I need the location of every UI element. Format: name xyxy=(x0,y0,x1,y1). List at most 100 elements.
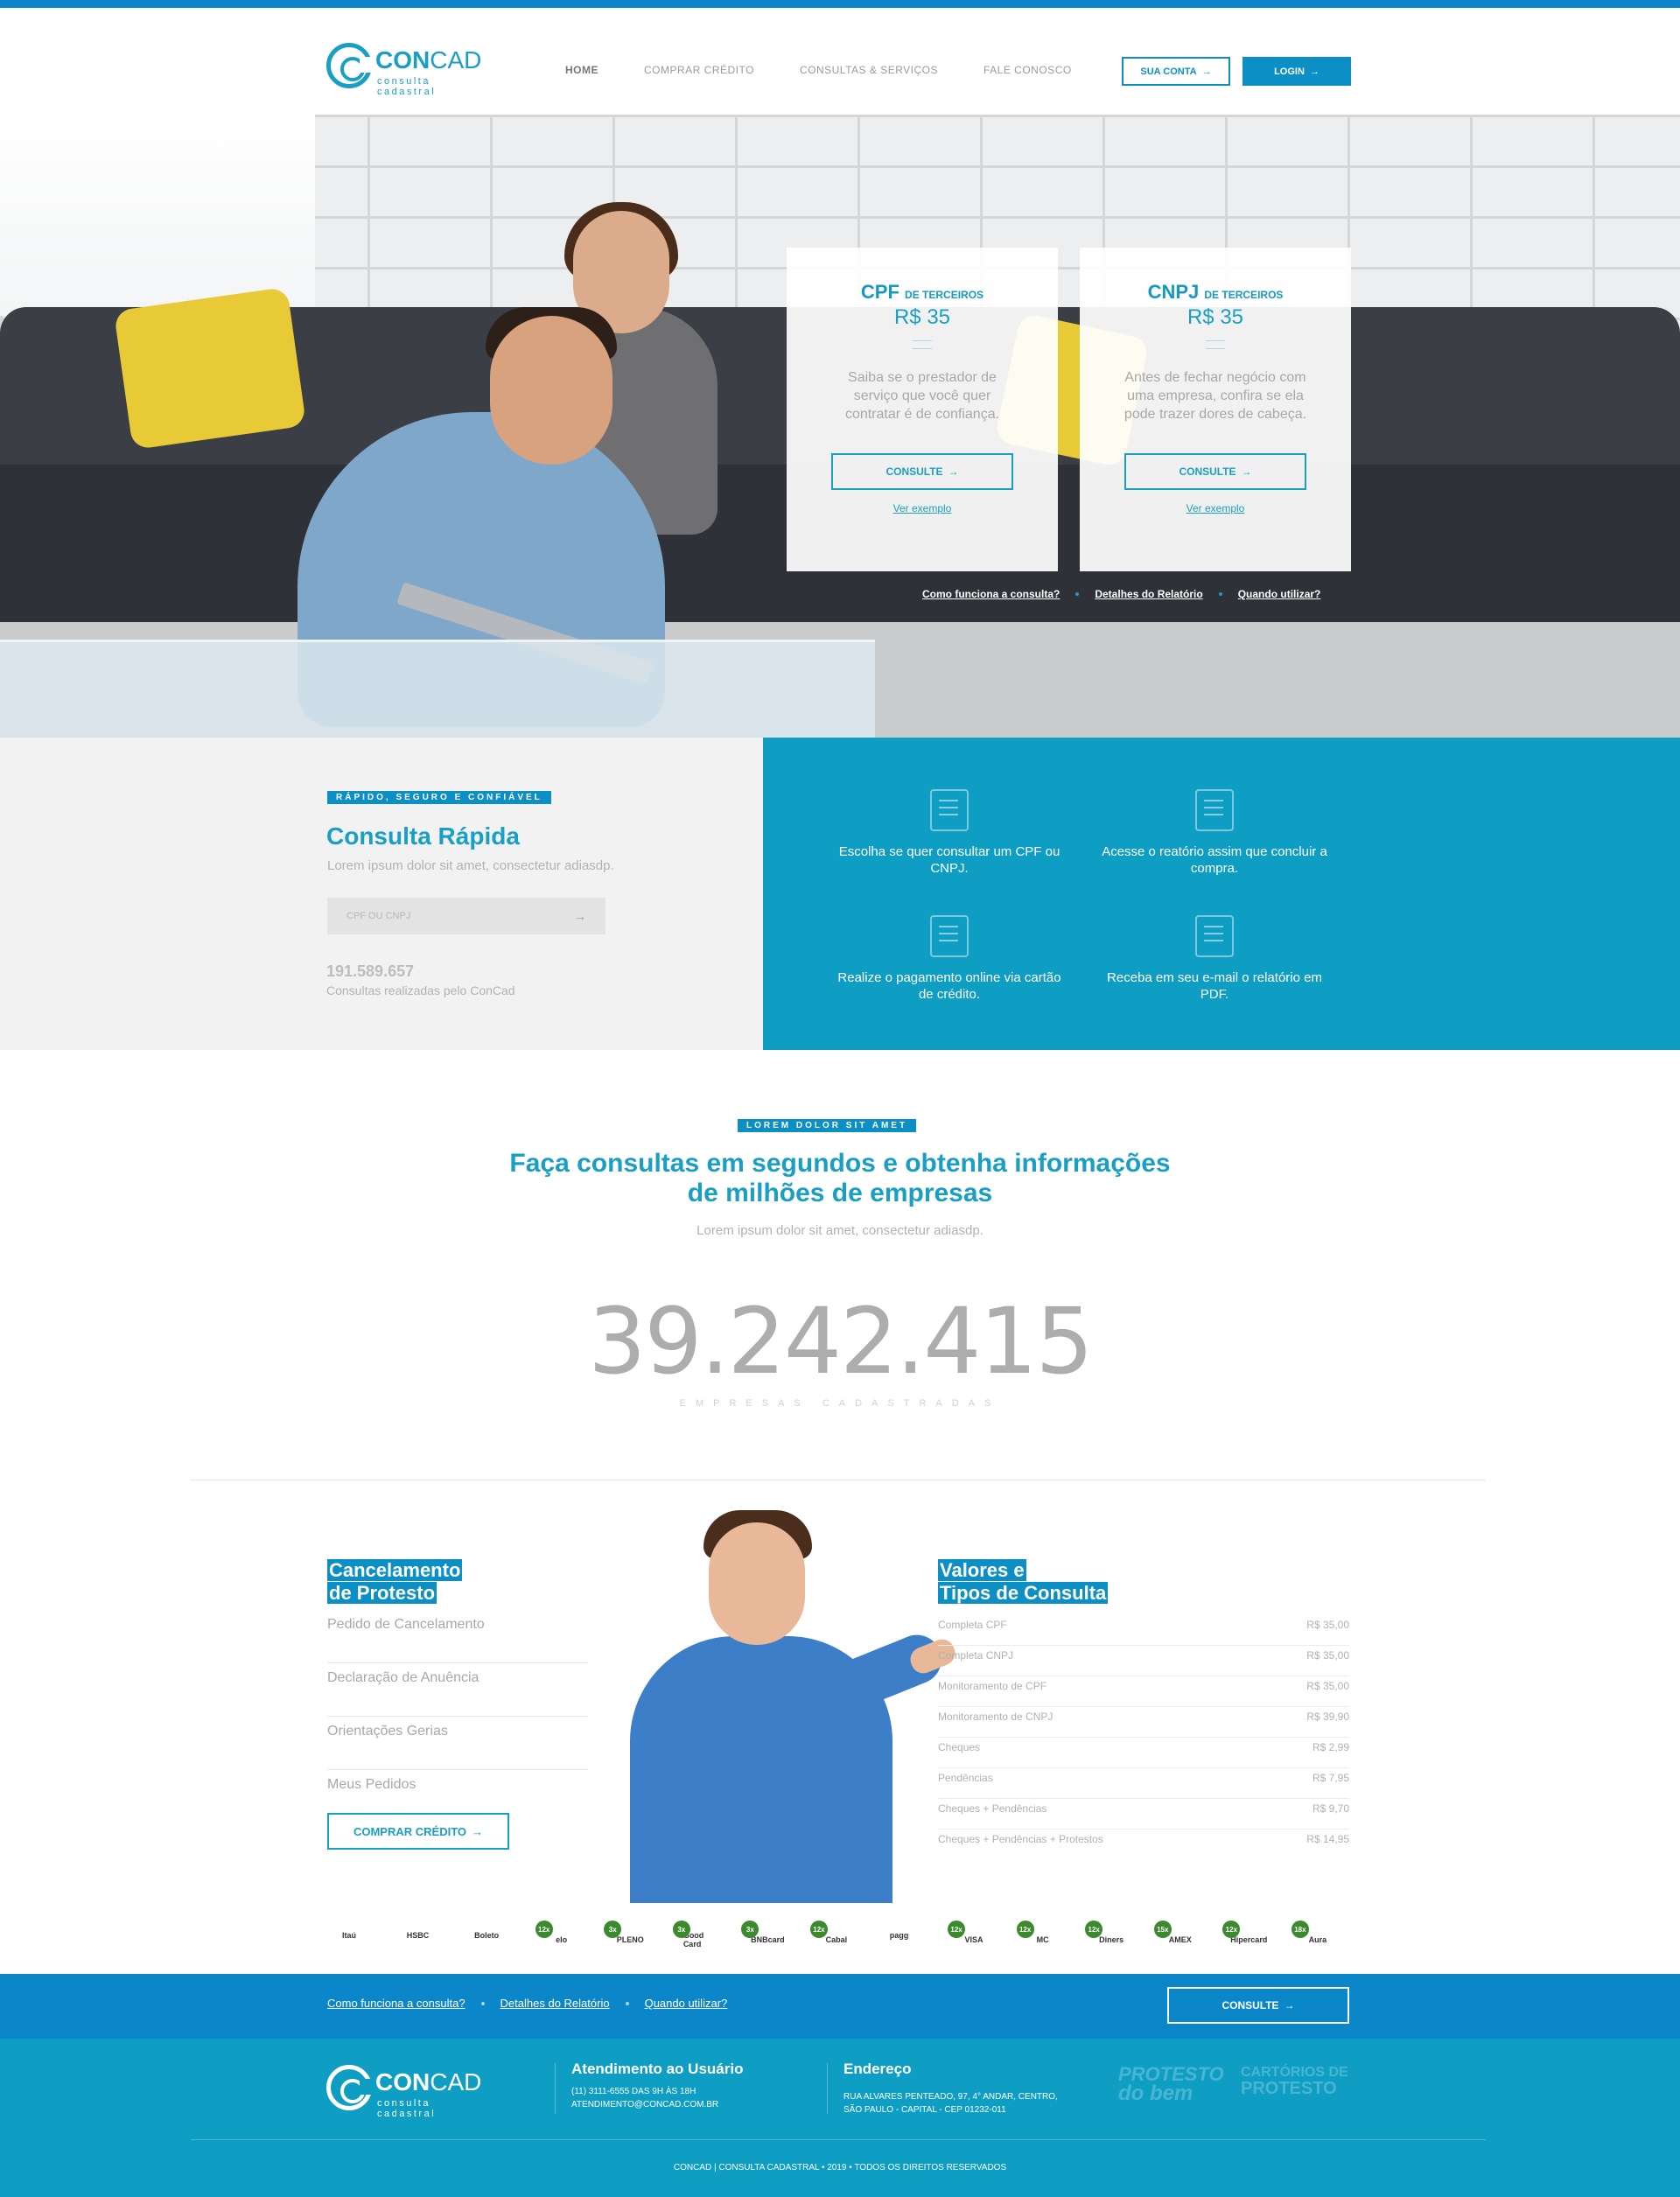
step-choose-text: Escolha se quer consultar um CPF ou CNPJ… xyxy=(838,844,1060,876)
stats-tag: LOREM DOLOR SIT AMET xyxy=(738,1119,917,1132)
how-it-works-link[interactable]: Como funciona a consulta? xyxy=(922,588,1060,600)
support-info: (11) 3111-6555 DAS 9H ÀS 18H ATENDIMENTO… xyxy=(571,2085,718,2111)
payment-brand-label: BNBcard xyxy=(751,1935,785,1944)
menu-item-pedido-cancelamento[interactable]: Pedido de Cancelamento xyxy=(327,1610,588,1663)
cpf-card: CPF DE TERCEIROS R$ 35 Saiba se o presta… xyxy=(787,248,1058,571)
price-row-name: Monitoramento de CPF xyxy=(938,1680,1047,1692)
hero-glass-table xyxy=(0,640,875,738)
cancelamento-title-line1: Cancelamento xyxy=(327,1559,463,1581)
price-row-value: R$ 39,90 xyxy=(1306,1711,1349,1723)
footer-logo[interactable]: CONCAD consulta cadastral xyxy=(326,2063,484,2119)
when-to-use-link[interactable]: Quando utilizar? xyxy=(645,1997,728,2010)
when-to-use-link[interactable]: Quando utilizar? xyxy=(1238,588,1321,600)
price-row-name: Cheques + Pendências + Protestos xyxy=(938,1833,1103,1845)
cnpj-consult-button-label: CONSULTE xyxy=(1179,465,1236,478)
step-receive: Receba em seu e-mail o relatório em PDF. xyxy=(1101,915,1328,1003)
report-details-link[interactable]: Detalhes do Relatório xyxy=(500,1997,610,2010)
aura-logo-icon: 18x Aura xyxy=(1290,1921,1334,1949)
price-row-value: R$ 35,00 xyxy=(1306,1619,1349,1631)
payment-brand-label: VISA xyxy=(964,1935,984,1944)
payment-brand-label: PLENO xyxy=(616,1935,644,1944)
companies-count-label: EMPRESAS CADASTRADAS xyxy=(679,1398,1001,1409)
report-details-link[interactable]: Detalhes do Relatório xyxy=(1095,588,1202,600)
buy-credit-button[interactable]: COMPRAR CRÉDITO → xyxy=(327,1813,509,1850)
nav-fale-conosco[interactable]: FALE CONOSCO xyxy=(984,64,1072,76)
payment-brand-label: elo xyxy=(556,1935,568,1944)
footer-cta-bar xyxy=(0,1974,1680,2039)
itau-logo-icon: Itaú xyxy=(327,1922,371,1949)
price-table: Completa CPF R$ 35,00 Completa CNPJ R$ 35,… xyxy=(938,1615,1349,1860)
logo-tagline: consulta cadastral xyxy=(377,76,437,97)
footer-consult-button[interactable]: CONSULTE → xyxy=(1167,1987,1349,2024)
cpf-example-link[interactable]: Ver exemplo xyxy=(787,502,1058,514)
cpf-consult-button[interactable]: CONSULTE → xyxy=(831,453,1013,490)
main-nav: HOME COMPRAR CRÉDITO CONSULTAS & SERVIÇO… xyxy=(565,64,1117,76)
address-title: Endereço xyxy=(844,2061,912,2077)
address-line1: RUA ALVARES PENTEADO, 97, 4° ANDAR, CENT… xyxy=(844,2092,1058,2102)
how-it-works-link[interactable]: Como funciona a consulta? xyxy=(327,1997,466,2010)
elo-logo-icon: 12x elo xyxy=(534,1921,578,1949)
amex-logo-icon: 15x AMEX xyxy=(1152,1921,1196,1949)
price-row: Cheques + Pendências R$ 9,70 xyxy=(938,1799,1349,1830)
payment-brand-label: Hipercard xyxy=(1230,1935,1268,1944)
installments-badge: 18x xyxy=(1291,1921,1309,1938)
price-row-value: R$ 7,95 xyxy=(1312,1772,1349,1784)
price-row: Monitoramento de CNPJ R$ 39,90 xyxy=(938,1707,1349,1738)
account-button[interactable]: SUA CONTA → xyxy=(1122,57,1230,86)
footer-logo-tagline: consulta cadastral xyxy=(377,2098,437,2119)
cpf-card-title: CPF DE TERCEIROS xyxy=(860,281,984,303)
stats-subtitle: Lorem ipsum dolor sit amet, consectetur … xyxy=(696,1223,984,1238)
menu-item-declaracao-anuencia[interactable]: Declaração de Anuência xyxy=(327,1663,588,1717)
pointing-man-photo xyxy=(612,1505,959,1903)
step-access-text: Acesse o reatório assim que concluir a c… xyxy=(1102,844,1327,876)
support-email[interactable]: ATENDIMENTO@CONCAD.COM.BR xyxy=(571,2098,718,2111)
arrow-right-icon[interactable]: → xyxy=(574,909,586,923)
payment-brand-label: Cabal xyxy=(825,1935,848,1944)
support-title: Atendimento ao Usuário xyxy=(571,2061,744,2077)
logo[interactable]: CONCAD consulta cadastral xyxy=(326,41,484,97)
cnpj-card: CNPJ DE TERCEIROS R$ 35 Antes de fechar … xyxy=(1080,248,1351,571)
menu-item-orientacoes[interactable]: Orientações Gerias xyxy=(327,1717,588,1770)
cancelamento-title: Cancelamento de Protesto xyxy=(327,1559,555,1605)
nav-comprar-credito[interactable]: COMPRAR CRÉDITO xyxy=(644,64,754,76)
price-row-value: R$ 35,00 xyxy=(1306,1649,1349,1662)
quick-consult-subtitle: Lorem ipsum dolor sit amet, consectetur … xyxy=(327,858,614,873)
pleno-logo-icon: 3x PLENO xyxy=(602,1921,646,1949)
installments-badge: 3x xyxy=(672,1921,690,1938)
cnpj-consult-button[interactable]: CONSULTE → xyxy=(1124,453,1306,490)
address-info: RUA ALVARES PENTEADO, 97, 4° ANDAR, CENT… xyxy=(844,2090,1058,2117)
support-phone: (11) 3111-6555 DAS 9H ÀS 18H xyxy=(571,2087,696,2096)
cpf-cnpj-input[interactable]: CPF OU CNPJ → xyxy=(327,898,606,934)
arrow-right-icon: → xyxy=(948,465,959,478)
buy-credit-button-label: COMPRAR CRÉDITO xyxy=(353,1824,467,1838)
wave-icon xyxy=(1206,340,1225,349)
hipercard-logo-icon: 12x Hipercard xyxy=(1221,1921,1268,1949)
stats-title: Faça consultas em segundos e obtenha inf… xyxy=(315,1149,1365,1208)
price-row-value: R$ 2,99 xyxy=(1312,1741,1349,1753)
payment-methods: Itaú HSBC Boleto 12x elo 3x PLENO 3x Good Card 3x… xyxy=(327,1920,1334,1951)
quick-consult-tag: RÁPIDO, SEGURO E CONFIÁVEL xyxy=(327,791,551,804)
footer-links: Como funciona a consulta? Detalhes do Re… xyxy=(327,1997,727,2010)
quick-consult-title: Consulta Rápida xyxy=(326,822,520,850)
payment-brand-label: MC xyxy=(1036,1935,1049,1944)
cpf-consult-button-label: CONSULTE xyxy=(886,465,943,478)
price-row-name: Pendências xyxy=(938,1772,993,1784)
nav-home[interactable]: HOME xyxy=(565,64,598,76)
quick-consult-panel xyxy=(0,738,763,1050)
step-pay-text: Realize o pagamento online via cartão de… xyxy=(837,970,1061,1002)
bullet-icon xyxy=(1218,592,1222,596)
mastercard-logo-icon: 12x MC xyxy=(1015,1921,1059,1949)
installments-badge: 12x xyxy=(809,1921,828,1938)
bullet-icon xyxy=(1075,592,1080,596)
payment-brand-label: HSBC xyxy=(406,1931,430,1940)
cabal-logo-icon: 12x Cabal xyxy=(808,1921,852,1949)
payment-brand-label: AMEX xyxy=(1168,1935,1192,1944)
bnb-logo-icon: 3x BNBcard xyxy=(739,1921,785,1949)
nav-consultas-servicos[interactable]: CONSULTAS & SERVIÇOS xyxy=(800,64,938,76)
footer-logo-text: CONCAD xyxy=(375,2068,482,2096)
login-button[interactable]: LOGIN → xyxy=(1242,57,1351,86)
cnpj-example-link[interactable]: Ver exemplo xyxy=(1080,502,1351,514)
hero-banner: CPF DE TERCEIROS R$ 35 Saiba se o presta… xyxy=(0,115,1680,738)
protesto-do-bem-seal: PROTESTO do bem xyxy=(1118,2063,1224,2105)
address-line2: SÃO PAULO - CAPITAL - CEP 01232-011 xyxy=(844,2105,1006,2115)
